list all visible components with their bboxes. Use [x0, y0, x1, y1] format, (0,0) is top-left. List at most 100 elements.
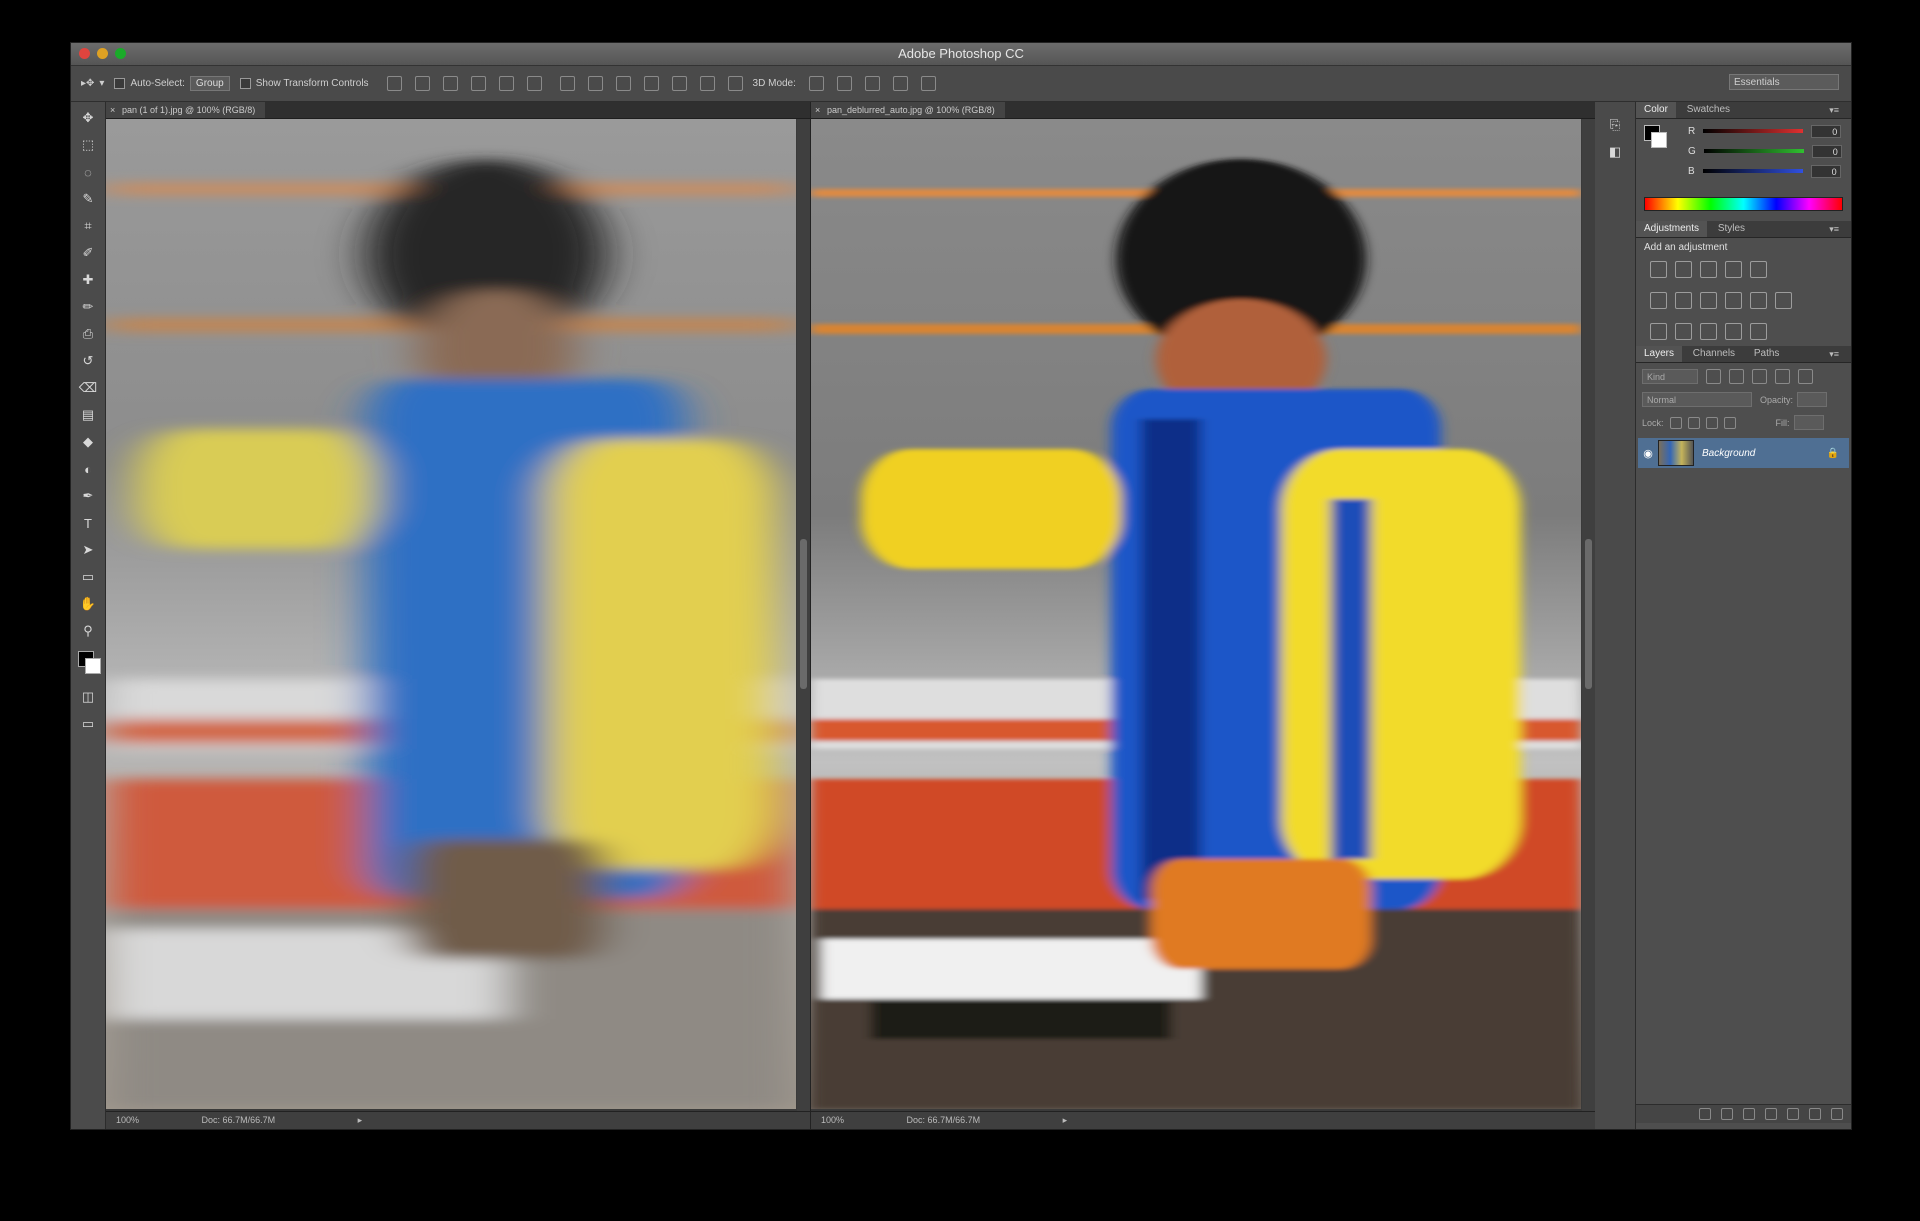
minimize-window-button[interactable] — [97, 48, 108, 59]
type-tool-icon[interactable]: T — [77, 512, 99, 534]
distribute-bottom-icon[interactable] — [615, 76, 631, 91]
color-lookup-icon[interactable] — [1775, 292, 1792, 309]
marquee-tool-icon[interactable]: ⬚ — [77, 134, 99, 156]
color-ramp[interactable] — [1644, 197, 1843, 211]
align-top-icon[interactable] — [386, 76, 402, 91]
tab-paths[interactable]: Paths — [1746, 346, 1788, 362]
properties-panel-icon[interactable]: ◧ — [1604, 141, 1626, 163]
auto-align-icon[interactable] — [727, 76, 743, 91]
3d-rotate-icon[interactable] — [808, 76, 824, 91]
align-left-icon[interactable] — [470, 76, 486, 91]
posterize-icon[interactable] — [1675, 323, 1692, 340]
blur-tool-icon[interactable]: ◆ — [77, 431, 99, 453]
trash-icon[interactable] — [1831, 1108, 1843, 1120]
distribute-hcenter-icon[interactable] — [671, 76, 687, 91]
tool-preset-picker[interactable]: ▸✥ ▾ — [81, 78, 104, 89]
align-hcenter-icon[interactable] — [498, 76, 514, 91]
filter-pixel-icon[interactable] — [1706, 369, 1721, 384]
panel-menu-icon[interactable]: ▾≡ — [1821, 346, 1847, 362]
distribute-vcenter-icon[interactable] — [587, 76, 603, 91]
tab-styles[interactable]: Styles — [1710, 221, 1753, 237]
layer-style-icon[interactable] — [1721, 1108, 1733, 1120]
lasso-tool-icon[interactable]: ◌ — [77, 161, 99, 183]
channel-slider[interactable] — [1702, 169, 1803, 173]
healing-brush-tool-icon[interactable]: ✚ — [77, 269, 99, 291]
lock-image-icon[interactable] — [1687, 416, 1700, 429]
curves-icon[interactable] — [1700, 261, 1717, 278]
filter-shape-icon[interactable] — [1775, 369, 1790, 384]
tab-color[interactable]: Color — [1636, 102, 1676, 118]
lock-transparent-icon[interactable] — [1669, 416, 1682, 429]
tab-channels[interactable]: Channels — [1685, 346, 1743, 362]
screen-mode-icon[interactable]: ▭ — [77, 713, 99, 735]
channel-value-field[interactable]: 0 — [1811, 144, 1842, 158]
zoom-level[interactable]: 100% — [821, 1115, 844, 1125]
levels-icon[interactable] — [1675, 261, 1692, 278]
3d-scale-icon[interactable] — [920, 76, 936, 91]
shape-tool-icon[interactable]: ▭ — [77, 566, 99, 588]
auto-select-checkbox[interactable] — [114, 78, 126, 89]
layer-filter-kind[interactable]: Kind — [1642, 369, 1698, 384]
fill-field[interactable] — [1793, 415, 1824, 430]
close-window-button[interactable] — [79, 48, 90, 59]
path-select-tool-icon[interactable]: ➤ — [77, 539, 99, 561]
pen-tool-icon[interactable]: ✒ — [77, 485, 99, 507]
scrollbar-thumb[interactable] — [1585, 539, 1592, 689]
new-adjustment-layer-icon[interactable] — [1765, 1108, 1777, 1120]
align-right-icon[interactable] — [526, 76, 542, 91]
visibility-eye-icon[interactable]: ◉ — [1638, 447, 1658, 460]
history-panel-icon[interactable]: ⎘ — [1604, 114, 1626, 136]
image-canvas-deblurred[interactable] — [811, 119, 1581, 1111]
eyedropper-tool-icon[interactable]: ✐ — [77, 242, 99, 264]
align-vcenter-icon[interactable] — [414, 76, 430, 91]
gradient-tool-icon[interactable]: ▤ — [77, 404, 99, 426]
crop-tool-icon[interactable]: ⌗ — [77, 215, 99, 237]
channel-mixer-icon[interactable] — [1750, 292, 1767, 309]
channel-value-field[interactable]: 0 — [1810, 164, 1841, 178]
auto-select-dropdown[interactable]: Group — [189, 76, 230, 91]
auto-select-option[interactable]: Auto-Select: Group — [114, 76, 230, 91]
channel-slider[interactable] — [1703, 149, 1804, 153]
zoom-level[interactable]: 100% — [116, 1115, 139, 1125]
scrollbar-thumb[interactable] — [800, 539, 807, 689]
vertical-scrollbar[interactable] — [797, 119, 810, 1111]
align-bottom-icon[interactable] — [442, 76, 458, 91]
filter-type-icon[interactable] — [1752, 369, 1767, 384]
photo-filter-icon[interactable] — [1725, 292, 1742, 309]
tab-swatches[interactable]: Swatches — [1679, 102, 1738, 118]
show-transform-checkbox[interactable] — [239, 78, 251, 89]
layer-mask-icon[interactable] — [1743, 1108, 1755, 1120]
show-transform-option[interactable]: Show Transform Controls — [239, 78, 369, 89]
new-group-icon[interactable] — [1787, 1108, 1799, 1120]
close-tab-icon[interactable]: × — [110, 102, 115, 118]
channel-value-field[interactable]: 0 — [1811, 124, 1842, 138]
threshold-icon[interactable] — [1700, 323, 1717, 340]
distribute-right-icon[interactable] — [699, 76, 715, 91]
workspace-switcher[interactable]: Essentials — [1729, 74, 1839, 90]
layer-name[interactable]: Background — [1702, 448, 1755, 459]
quick-mask-icon[interactable]: ◫ — [77, 686, 99, 708]
3d-slide-icon[interactable] — [892, 76, 908, 91]
blend-mode-dropdown[interactable]: Normal — [1642, 392, 1752, 407]
gradient-map-icon[interactable] — [1725, 323, 1742, 340]
3d-roll-icon[interactable] — [836, 76, 852, 91]
quick-select-tool-icon[interactable]: ✎ — [77, 188, 99, 210]
hue-saturation-icon[interactable] — [1650, 292, 1667, 309]
3d-drag-icon[interactable] — [864, 76, 880, 91]
hand-tool-icon[interactable]: ✋ — [77, 593, 99, 615]
vibrance-icon[interactable] — [1750, 261, 1767, 278]
brush-tool-icon[interactable]: ✏ — [77, 296, 99, 318]
close-tab-icon[interactable]: × — [815, 102, 820, 118]
image-canvas-original[interactable] — [106, 119, 796, 1111]
brightness-contrast-icon[interactable] — [1650, 261, 1667, 278]
panel-menu-icon[interactable]: ▾≡ — [1821, 102, 1847, 118]
lock-position-icon[interactable] — [1705, 416, 1718, 429]
tab-adjustments[interactable]: Adjustments — [1636, 221, 1708, 237]
history-brush-tool-icon[interactable]: ↺ — [77, 350, 99, 372]
black-white-icon[interactable] — [1700, 292, 1717, 309]
background-color-chip[interactable] — [1651, 132, 1667, 148]
opacity-field[interactable] — [1797, 392, 1828, 407]
selective-color-icon[interactable] — [1750, 323, 1767, 340]
vertical-scrollbar[interactable] — [1582, 119, 1595, 1111]
zoom-tool-icon[interactable]: ⚲ — [77, 620, 99, 642]
